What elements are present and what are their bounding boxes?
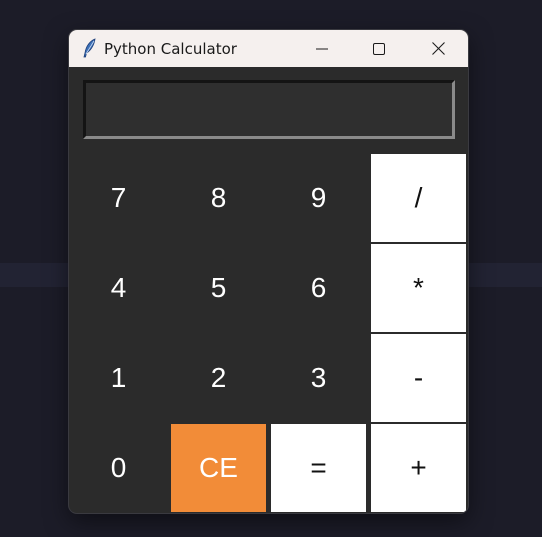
key-5[interactable]: 5 (171, 244, 266, 332)
minimize-button[interactable] (299, 30, 345, 67)
key-1[interactable]: 1 (71, 334, 166, 422)
key-4[interactable]: 4 (71, 244, 166, 332)
key-2[interactable]: 2 (171, 334, 266, 422)
add-button[interactable]: + (371, 424, 466, 512)
title-bar[interactable]: Python Calculator (69, 30, 468, 67)
key-8[interactable]: 8 (171, 154, 266, 242)
equals-button[interactable]: = (271, 424, 366, 512)
maximize-button[interactable] (356, 30, 402, 67)
key-9[interactable]: 9 (271, 154, 366, 242)
divide-button[interactable]: / (371, 154, 466, 242)
calculator-window: Python Calculator 7 8 9 / 4 5 6 * 1 2 3 … (69, 30, 468, 513)
close-button[interactable] (415, 30, 461, 67)
key-0[interactable]: 0 (71, 424, 166, 512)
key-7[interactable]: 7 (71, 154, 166, 242)
key-6[interactable]: 6 (271, 244, 366, 332)
close-icon (431, 42, 445, 55)
maximize-icon (373, 42, 385, 55)
subtract-button[interactable]: - (371, 334, 466, 422)
clear-button[interactable]: CE (171, 424, 266, 512)
feather-icon (83, 38, 96, 58)
key-3[interactable]: 3 (271, 334, 366, 422)
window-title: Python Calculator (104, 40, 237, 58)
minimize-icon (316, 48, 328, 49)
calculator-display[interactable] (83, 80, 455, 139)
multiply-button[interactable]: * (371, 244, 466, 332)
